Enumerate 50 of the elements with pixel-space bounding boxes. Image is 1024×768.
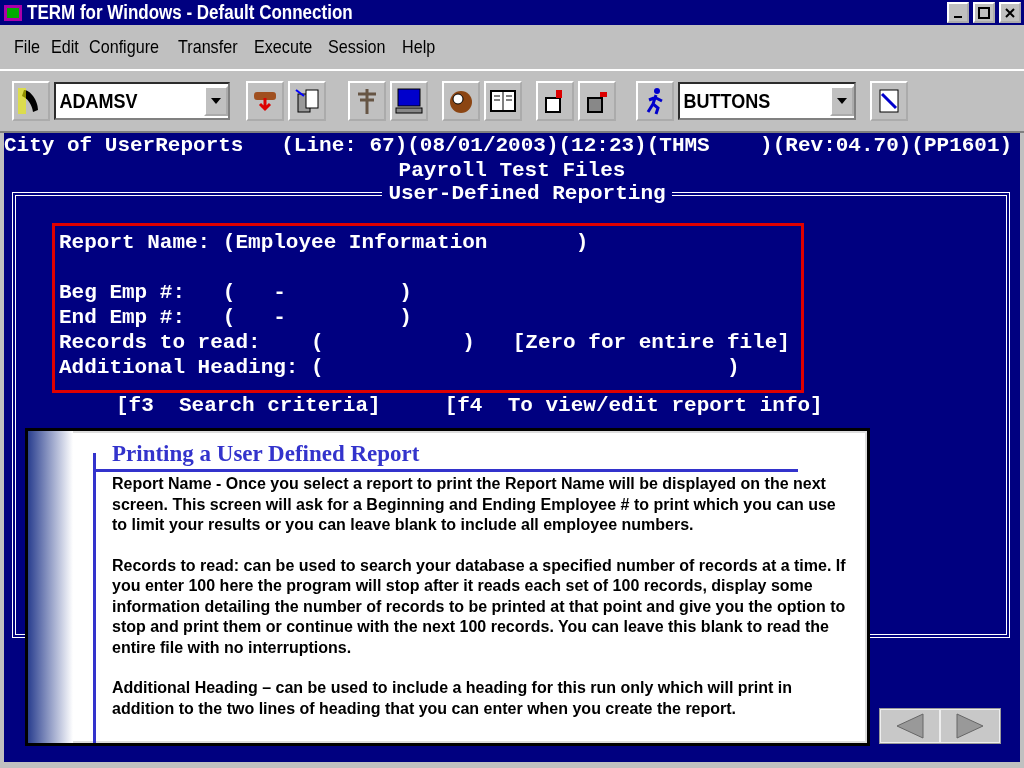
function-key-hint: [f4 To view/edit report info] — [444, 395, 823, 417]
toolbar-button[interactable] — [12, 81, 50, 121]
close-icon — [1005, 7, 1015, 18]
menu-item[interactable]: Help — [402, 36, 436, 58]
left-arrow-icon — [895, 713, 925, 739]
toolbar-button[interactable] — [636, 81, 674, 121]
toolbar-button[interactable] — [288, 81, 326, 121]
menu-item[interactable]: Edit — [50, 36, 79, 58]
form-line: Report Name: (Employee Information ) — [59, 231, 589, 254]
menu-item[interactable]: Execute — [253, 36, 313, 58]
computer-icon — [394, 86, 424, 116]
toolbar-button[interactable] — [536, 81, 574, 121]
maximize-button[interactable] — [973, 2, 995, 23]
dropdown-button[interactable] — [204, 86, 228, 116]
maximize-icon — [978, 6, 990, 19]
toolbar-button[interactable] — [484, 81, 522, 121]
menu-item[interactable]: Session — [328, 36, 386, 58]
caret-icon — [837, 98, 847, 104]
form-line: Beg Emp #: ( - ) — [59, 281, 412, 304]
form-line: Records to read: ( ) [Zero for entire file] — [59, 331, 790, 354]
next-button[interactable] — [940, 709, 1000, 743]
help-paragraph: Records to read: can be used to search your database a specified number of records at a time. If you enter 100 here the program will stop after it reads each set of 100 records, display some information detailing the number of records to be printed at that point and give you the option to stop and print them or continue with the next 100 records. You can leave this blank to read the entire file with no interruptions. — [112, 555, 847, 658]
help-paragraph: Report Name - Once you select a report to print the Report Name will be displayed on the next screen. This screen will ask for a Beginning and Ending Employee # to print which you can use to limit your results or you can leave blank to include all employee numbers. — [112, 474, 837, 535]
form-line: Additional Heading: ( ) — [59, 356, 740, 379]
popup-title: Printing a User Defined Report — [94, 441, 798, 472]
help-paragraph: Additional Heading – can be used to include a heading for this run only which will print in addition to the two lines of heading that you can enter when you create the report. — [112, 678, 794, 719]
form-line: End Emp #: ( - ) — [59, 306, 412, 329]
toolbar-button[interactable] — [390, 81, 428, 121]
caret-icon — [211, 98, 221, 104]
toolbar-button[interactable] — [442, 81, 480, 121]
minimize-icon — [954, 15, 962, 18]
window-title: TERM for Windows - Default Connection — [27, 1, 353, 24]
buttons-select[interactable]: BUTTONS — [678, 82, 856, 120]
screen-subtitle: Payroll Test Files — [397, 158, 627, 183]
frame-title: User-Defined Reporting — [387, 183, 667, 205]
session-select[interactable]: ADAMSV — [54, 82, 230, 120]
close-button[interactable] — [999, 2, 1021, 23]
menu-item[interactable]: File — [14, 36, 41, 58]
toolbar-button[interactable] — [578, 81, 616, 121]
previous-button[interactable] — [880, 709, 940, 743]
menu-item[interactable]: Configure — [89, 36, 160, 58]
minimize-button[interactable] — [947, 2, 969, 23]
dropdown-button[interactable] — [830, 86, 854, 116]
toolbar-button[interactable] — [348, 81, 386, 121]
app-icon — [3, 2, 23, 23]
menu-item[interactable]: Transfer — [177, 36, 238, 58]
right-arrow-icon — [955, 713, 985, 739]
toolbar-button[interactable] — [870, 81, 908, 121]
status-line: City of UserReports (Line: 67)(08/01/2003)(12:23)(THMS )(Rev:04.70)(PP1601) — [4, 133, 1014, 158]
function-key-hint: [f3 Search criteria] — [116, 395, 381, 417]
